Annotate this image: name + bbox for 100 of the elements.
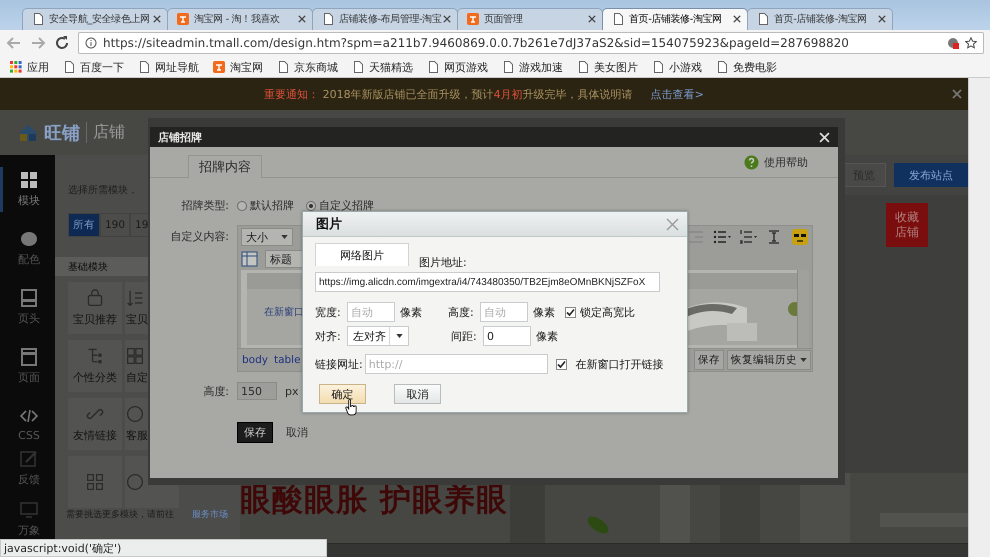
monitor-icon <box>20 501 38 519</box>
field-label: 图片地址: <box>419 255 467 270</box>
notice-text: 重要通知： 2018年新版店铺已全面升级，预计4月初升级完毕，具体说明请 点击查看> <box>264 86 704 102</box>
field-label: 招牌类型: <box>180 198 230 213</box>
help-link[interactable]: 使用帮助 <box>744 155 808 170</box>
extension-icon[interactable] <box>947 37 959 50</box>
bookmark[interactable]: 网页游戏 <box>427 60 488 75</box>
close-icon[interactable] <box>588 15 596 24</box>
page-icon <box>716 61 728 74</box>
star-icon[interactable] <box>965 37 977 50</box>
heading-dropdown[interactable]: 标题 <box>265 250 305 268</box>
new-window-checkbox[interactable]: 在新窗口打开链接 <box>556 356 664 372</box>
bag-icon <box>86 289 104 307</box>
emoticon-icon[interactable] <box>791 229 809 245</box>
horizontal-scrollbar[interactable] <box>328 543 968 557</box>
radio-icon[interactable] <box>306 200 316 210</box>
save-button[interactable]: 保存 <box>694 350 724 370</box>
page-icon <box>502 61 514 74</box>
status-bar: javascript:void('确定') <box>0 539 327 557</box>
unit-label: px <box>285 384 298 398</box>
link-field[interactable]: http:// <box>364 354 548 374</box>
table-icon[interactable] <box>241 251 259 267</box>
publish-button[interactable]: 发布站点 <box>894 163 968 187</box>
unit-label: 像素 <box>536 328 559 344</box>
bookmark[interactable]: 小游戏 <box>652 60 702 75</box>
field-label: 高度: <box>202 384 230 398</box>
unit-label: 像素 <box>533 304 556 320</box>
edit-icon <box>20 450 38 468</box>
module-tile[interactable] <box>68 456 122 508</box>
logo-icon <box>18 122 38 142</box>
radio-icon[interactable] <box>237 200 247 210</box>
history-dropdown[interactable]: 恢复编辑历史 <box>727 350 811 370</box>
site-icon <box>177 13 189 26</box>
numbered-list-icon[interactable] <box>739 229 757 245</box>
bookmark[interactable]: 应用 <box>10 60 49 75</box>
field-label: 宽度: <box>315 304 342 320</box>
field-label: 自定义内容: <box>169 229 230 244</box>
filter-tab[interactable]: 所有 <box>68 213 100 237</box>
size-dropdown[interactable]: 大小 <box>241 228 293 246</box>
spacing-field[interactable]: 0 <box>483 326 531 346</box>
dialog-tab[interactable]: 招牌内容 <box>188 155 262 178</box>
bookmark[interactable]: 游戏加速 <box>502 60 563 75</box>
bookmark[interactable]: 网址导航 <box>138 60 199 75</box>
page-icon <box>427 61 439 74</box>
height-field[interactable]: 150 <box>237 382 277 400</box>
cancel-button[interactable]: 取消 <box>394 384 441 404</box>
page-icon <box>757 13 769 26</box>
palette-icon <box>20 230 38 248</box>
browser-tab[interactable]: 店铺装修-布局管理-淘宝 <box>312 8 458 30</box>
browser-tab[interactable]: 首页-店铺装修-淘宝网 <box>747 8 893 30</box>
scrollbar[interactable] <box>797 270 809 348</box>
bookmark[interactable]: 百度一下 <box>63 60 124 75</box>
bookmark[interactable]: 天猫精选 <box>352 60 413 75</box>
browser-tab[interactable]: 安全导航_安全绿色上网 <box>22 8 168 30</box>
browser-tab[interactable]: 首页-店铺装修-淘宝网 <box>602 8 748 30</box>
browser-tab[interactable]: 页面管理 <box>457 8 603 30</box>
bookmark[interactable]: 免费电影 <box>716 60 777 75</box>
lock-ratio-checkbox[interactable]: 锁定高宽比 <box>565 304 635 320</box>
url-field[interactable]: https://img.alicdn.com/imgextra/i4/743480350/TB2Ejm8eOMnBKNjSZFoX <box>315 272 660 292</box>
checkbox-icon[interactable] <box>565 306 576 318</box>
align-dropdown[interactable]: 左对齐 <box>347 326 409 346</box>
cancel-button[interactable]: 取消 <box>279 422 315 443</box>
page-icon <box>577 61 589 74</box>
browser-tab[interactable]: 淘宝网 - 淘！我喜欢 <box>167 8 313 30</box>
close-icon[interactable] <box>443 15 451 24</box>
height-field[interactable]: 自动 <box>480 302 528 322</box>
notice-link[interactable]: 点击查看> <box>650 88 704 100</box>
bookmark[interactable]: 美女图片 <box>577 60 638 75</box>
site-icon <box>213 61 225 74</box>
field-label: 间距: <box>451 328 478 344</box>
width-field[interactable]: 自动 <box>347 302 395 322</box>
reload-icon[interactable] <box>54 35 70 52</box>
page-icon <box>322 13 334 26</box>
close-icon[interactable] <box>153 15 161 24</box>
header-icon <box>20 289 38 307</box>
checkbox-icon[interactable] <box>556 358 567 370</box>
close-icon[interactable] <box>733 15 741 24</box>
vertical-scrollbar[interactable] <box>968 78 990 557</box>
bookmark[interactable]: 京东商城 <box>277 60 338 75</box>
info-icon[interactable] <box>85 37 97 50</box>
category-icon <box>86 347 104 365</box>
grid-icon <box>20 171 38 189</box>
confirm-button[interactable]: 确定 <box>319 384 366 404</box>
apps-icon <box>10 61 22 74</box>
coin-icon <box>126 473 144 491</box>
address-bar[interactable]: https://siteadmin.tmall.com/design.htm?spm=a211b7.9460869.0.0.7b261e7dJ37aS2&sid=154075923&pageId=287698820 <box>78 32 984 54</box>
site-icon <box>467 13 479 26</box>
caret-icon <box>800 358 807 362</box>
path-link[interactable]: body <box>242 354 268 366</box>
bulleted-list-icon[interactable] <box>713 229 731 245</box>
close-icon[interactable] <box>298 15 306 24</box>
close-icon[interactable] <box>878 15 886 24</box>
page-icon <box>20 348 38 366</box>
dialog-tab[interactable]: 网络图片 <box>315 243 409 266</box>
circle-icon <box>126 405 144 423</box>
bookmark[interactable]: 淘宝网 <box>213 60 263 75</box>
dialog-title: 图片 <box>316 216 342 233</box>
save-button[interactable]: 保存 <box>237 422 273 443</box>
path-link[interactable]: table <box>274 354 301 366</box>
radio-option[interactable]: 默认招牌 <box>237 198 294 213</box>
